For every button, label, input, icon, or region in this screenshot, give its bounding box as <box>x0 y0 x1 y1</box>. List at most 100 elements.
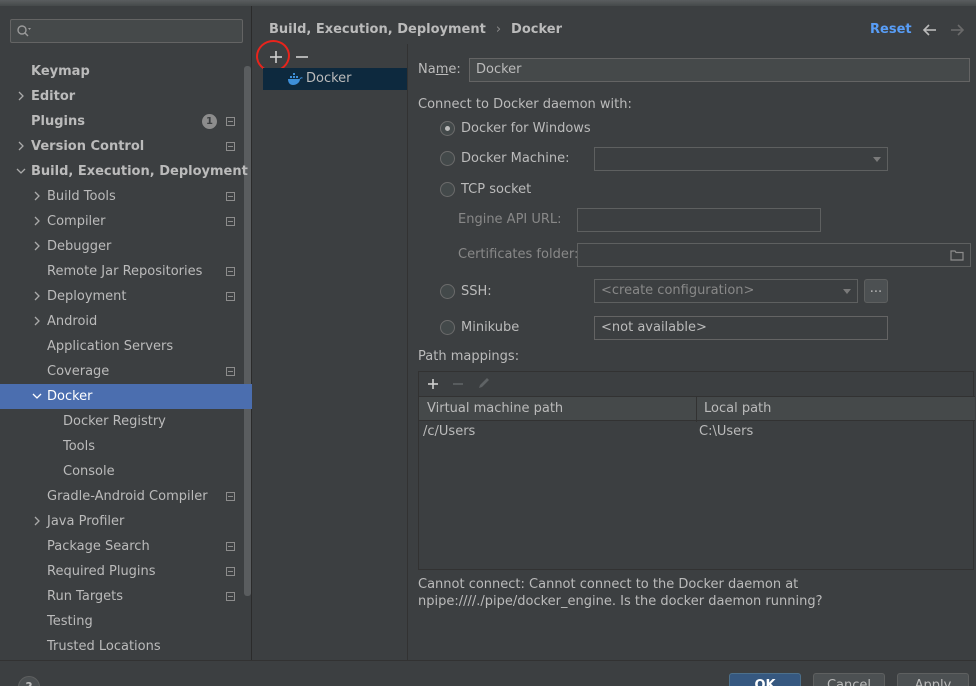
sidebar-item[interactable]: Deployment <box>0 284 244 309</box>
project-scope-icon <box>226 217 235 226</box>
radio-docker-for-windows[interactable] <box>440 121 455 136</box>
sidebar-item[interactable]: Debugger <box>0 234 244 259</box>
breadcrumb-parent[interactable]: Build, Execution, Deployment <box>269 22 486 37</box>
sidebar-item-label: Plugins <box>31 114 85 129</box>
column-header-vm-path[interactable]: Virtual machine path <box>427 401 563 416</box>
radio-minikube[interactable] <box>440 320 455 335</box>
sidebar-item[interactable]: Plugins 1 <box>0 109 244 134</box>
chevron-right-icon[interactable] <box>32 216 42 226</box>
chevron-right-icon[interactable] <box>16 141 26 151</box>
ssh-more-button[interactable]: ... <box>864 279 888 303</box>
sidebar-item[interactable]: Coverage <box>0 359 244 384</box>
docker-config-label: Docker <box>306 71 352 86</box>
sidebar-item-label: Tools <box>63 439 96 454</box>
project-scope-icon <box>226 142 235 151</box>
cell-local-path[interactable]: C:\Users <box>699 424 753 439</box>
remove-icon[interactable] <box>294 49 310 65</box>
sidebar-item-label: Testing <box>47 614 93 629</box>
docker-for-windows-label[interactable]: Docker for Windows <box>461 121 591 136</box>
chevron-right-icon[interactable] <box>16 91 26 101</box>
settings-search-input[interactable] <box>10 19 243 43</box>
sidebar-item[interactable]: Required Plugins <box>0 559 244 584</box>
radio-tcp-socket[interactable] <box>440 182 455 197</box>
sidebar-item[interactable]: Build, Execution, Deployment <box>0 159 248 184</box>
ok-button[interactable]: OK <box>729 673 801 686</box>
chevron-right-icon[interactable] <box>32 516 42 526</box>
sidebar-item[interactable]: Console <box>0 459 244 484</box>
name-input[interactable]: Docker <box>469 58 970 82</box>
chevron-down-icon <box>843 289 851 294</box>
radio-ssh[interactable] <box>440 284 455 299</box>
docker-config-list-panel <box>253 44 408 660</box>
cancel-button[interactable]: Cancel <box>813 673 885 686</box>
project-scope-icon <box>226 117 235 126</box>
back-arrow-icon[interactable] <box>922 22 938 38</box>
sidebar-item[interactable]: Keymap <box>0 59 244 84</box>
sidebar-item[interactable]: Application Servers <box>0 334 244 359</box>
sidebar-item[interactable]: Build Tools <box>0 184 244 209</box>
sidebar-item[interactable]: Remote Jar Repositories <box>0 259 244 284</box>
sidebar-item-label: Compiler <box>47 214 106 229</box>
ssh-configuration-value: <create configuration> <box>601 283 755 298</box>
project-scope-icon <box>226 267 235 276</box>
sidebar-item[interactable]: Compiler <box>0 209 244 234</box>
sidebar-item[interactable]: Run Targets <box>0 584 244 609</box>
sidebar-item-label: Android <box>47 314 98 329</box>
folder-icon[interactable] <box>950 249 964 261</box>
chevron-right-icon[interactable] <box>32 241 42 251</box>
engine-api-url-input[interactable] <box>577 208 821 232</box>
sidebar-item-label: Application Servers <box>47 339 174 354</box>
chevron-down-icon <box>873 157 881 162</box>
chevron-right-icon[interactable] <box>32 291 42 301</box>
sidebar-item[interactable]: Android <box>0 309 244 334</box>
sidebar-item-label: Editor <box>31 89 76 104</box>
sidebar-item-label: Deployment <box>47 289 127 304</box>
chevron-right-icon[interactable] <box>32 191 42 201</box>
sidebar-item[interactable]: Java Profiler <box>0 509 244 534</box>
forward-arrow-icon[interactable] <box>949 22 965 38</box>
ssh-configuration-dropdown[interactable]: <create configuration> <box>594 279 858 303</box>
column-divider[interactable] <box>696 397 697 422</box>
radio-docker-machine[interactable] <box>440 151 455 166</box>
docker-machine-dropdown[interactable] <box>594 147 888 171</box>
chevron-down-icon[interactable] <box>16 166 26 176</box>
remove-mapping-icon[interactable] <box>451 377 465 391</box>
sidebar-item-label: Docker <box>47 389 93 404</box>
minikube-label[interactable]: Minikube <box>461 320 519 335</box>
tcp-socket-label[interactable]: TCP socket <box>461 182 531 197</box>
sidebar-item[interactable]: Docker <box>0 384 252 409</box>
sidebar-item[interactable]: Editor <box>0 84 244 109</box>
name-label-mnemonic: m <box>435 62 449 77</box>
project-scope-icon <box>226 367 235 376</box>
sidebar-item-label: Remote Jar Repositories <box>47 264 203 279</box>
ssh-label[interactable]: SSH: <box>461 284 492 299</box>
name-label-part: Na <box>418 62 436 77</box>
project-scope-icon <box>226 192 235 201</box>
chevron-right-icon[interactable] <box>32 316 42 326</box>
breadcrumb-separator-icon: › <box>495 22 502 37</box>
sidebar-item[interactable]: Tools <box>0 434 244 459</box>
edit-mapping-icon[interactable] <box>477 376 491 390</box>
apply-button[interactable]: Apply <box>897 673 969 686</box>
sidebar-item[interactable]: Version Control <box>0 134 244 159</box>
sidebar-item[interactable]: Docker Registry <box>0 409 244 434</box>
certificates-folder-label: Certificates folder: <box>458 247 579 262</box>
column-header-local-path[interactable]: Local path <box>704 401 771 416</box>
sidebar-item-label: Build, Execution, Deployment <box>31 164 248 179</box>
project-scope-icon <box>226 292 235 301</box>
docker-config-item[interactable]: Docker <box>263 68 407 90</box>
chevron-down-icon[interactable] <box>32 391 42 401</box>
cell-vm-path[interactable]: /c/Users <box>423 424 475 439</box>
sidebar-item[interactable]: Testing <box>0 609 244 634</box>
minikube-value: <not available> <box>594 316 888 340</box>
sidebar-item[interactable]: Gradle-Android Compiler <box>0 484 244 509</box>
sidebar-item-label: Trusted Locations <box>47 639 161 654</box>
connect-label: Connect to Docker daemon with: <box>418 97 632 112</box>
docker-machine-label[interactable]: Docker Machine: <box>461 151 569 166</box>
sidebar-item[interactable]: Trusted Locations <box>0 634 244 659</box>
add-mapping-icon[interactable] <box>426 377 440 391</box>
sidebar-item[interactable]: Package Search <box>0 534 244 559</box>
reset-link[interactable]: Reset <box>870 22 912 37</box>
sidebar-scrollbar[interactable] <box>244 66 251 596</box>
certificates-folder-input[interactable] <box>577 243 971 267</box>
